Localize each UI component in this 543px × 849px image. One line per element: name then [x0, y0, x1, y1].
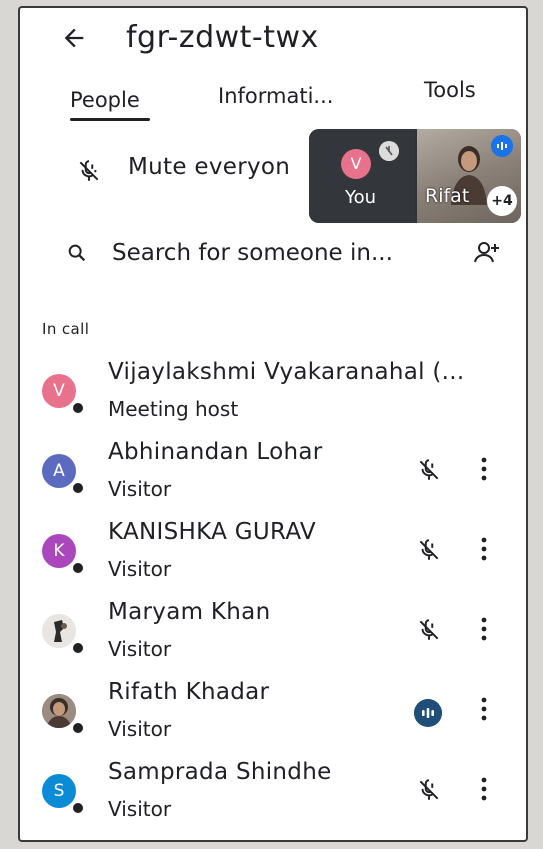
add-person-icon[interactable] [472, 238, 502, 268]
participant-name: Abhinandan Lohar [108, 439, 323, 465]
video-preview[interactable]: V You Rifat +4 [309, 129, 521, 223]
back-arrow-icon[interactable] [60, 24, 88, 52]
mute-everyone-label: Mute everyon [128, 154, 291, 180]
mic-off-icon [419, 779, 439, 800]
participant-role: Visitor [108, 717, 172, 741]
self-tile: V You [309, 129, 415, 223]
presence-indicator [71, 721, 85, 735]
active-tab-indicator [70, 118, 150, 121]
mic-off-icon [379, 141, 399, 161]
avatar [42, 614, 76, 648]
profile-photo-icon [42, 614, 76, 648]
mic-off-icon [419, 619, 439, 640]
participant-tile: Rifat +4 [417, 129, 521, 223]
profile-photo-icon [42, 694, 76, 728]
participant-role: Meeting host [108, 397, 239, 421]
section-label-in-call: In call [42, 320, 90, 338]
participant-row[interactable]: V Vijaylakshmi Vyakaranahal (... Meeting… [20, 353, 526, 433]
participant-name: KANISHKA GURAV [108, 519, 316, 545]
participant-row[interactable]: Rifath Khadar Visitor [20, 673, 526, 753]
participants-panel: fgr-zdwt-twx People Informati... Tools M… [18, 6, 528, 842]
more-options-icon[interactable] [478, 775, 490, 803]
search-bar [20, 232, 526, 276]
header: fgr-zdwt-twx [20, 8, 526, 72]
more-options-icon[interactable] [478, 615, 490, 643]
presence-indicator [71, 641, 85, 655]
mic-off-icon [79, 160, 99, 181]
presence-indicator [71, 481, 85, 495]
mic-off-icon [419, 539, 439, 560]
self-avatar: V [341, 149, 371, 179]
tab-people[interactable]: People [70, 88, 140, 112]
meeting-title: fgr-zdwt-twx [126, 20, 319, 55]
participant-name: Maryam Khan [108, 599, 271, 625]
participant-tile-label: Rifat [425, 185, 470, 207]
avatar: V [42, 374, 76, 408]
search-input[interactable] [112, 236, 452, 270]
participant-name: Samprada Shindhe [108, 759, 332, 785]
mic-off-icon [419, 459, 439, 480]
participant-role: Visitor [108, 637, 172, 661]
avatar: K [42, 534, 76, 568]
avatar: S [42, 774, 76, 808]
tab-tools[interactable]: Tools [424, 78, 476, 102]
participant-name: Rifath Khadar [108, 679, 270, 705]
participant-name: Vijaylakshmi Vyakaranahal (... [108, 359, 465, 385]
search-icon [68, 244, 86, 262]
speaking-indicator-icon [414, 699, 442, 727]
presence-indicator [71, 401, 85, 415]
speaking-indicator-icon [491, 135, 513, 157]
participant-role: Visitor [108, 557, 172, 581]
avatar: A [42, 454, 76, 488]
more-participants-count: +4 [487, 186, 517, 216]
avatar [42, 694, 76, 728]
presence-indicator [71, 561, 85, 575]
more-options-icon[interactable] [478, 695, 490, 723]
participant-role: Visitor [108, 477, 172, 501]
participant-role: Visitor [108, 797, 172, 821]
participant-row[interactable]: Maryam Khan Visitor [20, 593, 526, 673]
presence-indicator [71, 801, 85, 815]
participant-row[interactable]: K KANISHKA GURAV Visitor [20, 513, 526, 593]
more-options-icon[interactable] [478, 455, 490, 483]
more-options-icon[interactable] [478, 535, 490, 563]
self-tile-label: You [345, 187, 377, 208]
participant-row[interactable]: S Samprada Shindhe Visitor [20, 753, 526, 833]
participant-row[interactable]: A Abhinandan Lohar Visitor [20, 433, 526, 513]
tab-information[interactable]: Informati... [218, 84, 333, 108]
tab-bar: People Informati... Tools [20, 74, 526, 122]
